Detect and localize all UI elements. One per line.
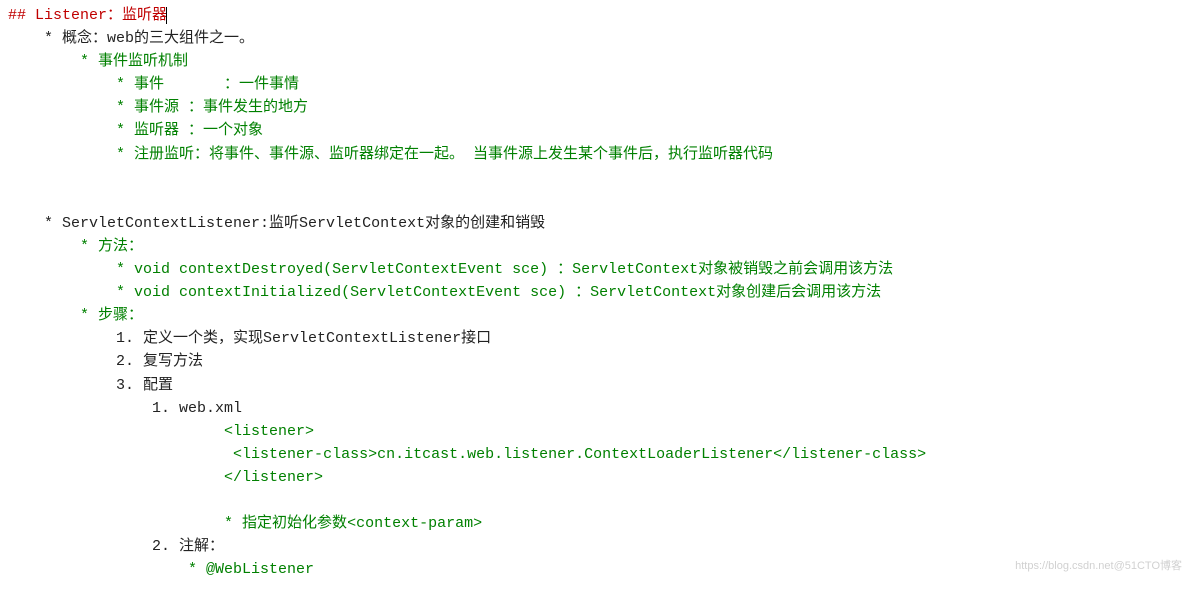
mech-event: * 事件 ：一件事情 [116, 76, 299, 93]
blank-line-1 [8, 166, 1184, 189]
xml-class-close: </listener-class> [773, 446, 926, 463]
concept-text: * 概念：web的三大组件之一。 [44, 30, 254, 47]
blank-line-2 [8, 189, 1184, 212]
scl-text: * ServletContextListener:监听ServletContex… [44, 215, 545, 232]
annot-value: * @WebListener [188, 561, 314, 578]
concept-line: * 概念：web的三大组件之一。 [8, 27, 1184, 50]
webxml-line: 1. web.xml [8, 397, 1184, 420]
xml-listener-close: </listener> [224, 469, 323, 486]
method-destroyed: * void contextDestroyed(ServletContextEv… [116, 261, 893, 278]
method-init: * void contextInitialized(ServletContext… [116, 284, 881, 301]
mech-listener: * 监听器 ：一个对象 [116, 122, 263, 139]
method-label-line: * 方法： [8, 235, 1184, 258]
heading-suffix: 监听器 [122, 7, 167, 24]
step1: 1. 定义一个类，实现ServletContextListener接口 [116, 330, 491, 347]
xml-class-line: <listener-class>cn.itcast.web.listener.C… [8, 443, 1184, 466]
steps-label: * 步骤： [80, 307, 143, 324]
mech-register-line: * 注册监听：将事件、事件源、监听器绑定在一起。 当事件源上发生某个事件后，执行… [8, 143, 1184, 166]
mech-source: * 事件源 ：事件发生的地方 [116, 99, 308, 116]
annot-label-line: 2. 注解： [8, 535, 1184, 558]
heading-line: ## Listener：监听器 [8, 4, 1184, 27]
scl-line: * ServletContextListener:监听ServletContex… [8, 212, 1184, 235]
blank-line-3 [8, 489, 1184, 512]
method-label: * 方法： [80, 238, 143, 255]
text-cursor [166, 7, 167, 24]
method-destroyed-line: * void contextDestroyed(ServletContextEv… [8, 258, 1184, 281]
step1-line: 1. 定义一个类，实现ServletContextListener接口 [8, 327, 1184, 350]
annot-label: 2. 注解： [152, 538, 224, 555]
mech-register: * 注册监听：将事件、事件源、监听器绑定在一起。 当事件源上发生某个事件后，执行… [116, 146, 773, 163]
step3-line: 3. 配置 [8, 374, 1184, 397]
watermark: https://blog.csdn.net@51CTO博客 [1015, 558, 1182, 575]
mech-title: * 事件监听机制 [80, 53, 188, 70]
mech-listener-line: * 监听器 ：一个对象 [8, 119, 1184, 142]
mech-source-line: * 事件源 ：事件发生的地方 [8, 96, 1184, 119]
xml-close-line: </listener> [8, 466, 1184, 489]
xml-class-text: cn.itcast.web.listener.ContextLoaderList… [377, 446, 773, 463]
step2-line: 2. 复写方法 [8, 350, 1184, 373]
steps-label-line: * 步骤： [8, 304, 1184, 327]
init-param-tag: <context-param> [347, 515, 482, 532]
annot-value-line: * @WebListener [8, 558, 1184, 581]
mech-title-line: * 事件监听机制 [8, 50, 1184, 73]
xml-open-line: <listener> [8, 420, 1184, 443]
method-init-line: * void contextInitialized(ServletContext… [8, 281, 1184, 304]
mech-event-line: * 事件 ：一件事情 [8, 73, 1184, 96]
step3: 3. 配置 [116, 377, 173, 394]
step2: 2. 复写方法 [116, 353, 203, 370]
xml-class-open: <listener-class> [224, 446, 377, 463]
init-param-line: * 指定初始化参数<context-param> [8, 512, 1184, 535]
webxml-label: 1. web.xml [152, 400, 242, 417]
heading-prefix: ## Listener： [8, 7, 122, 24]
init-param-prefix: * 指定初始化参数 [224, 515, 347, 532]
xml-listener-open: <listener> [224, 423, 314, 440]
